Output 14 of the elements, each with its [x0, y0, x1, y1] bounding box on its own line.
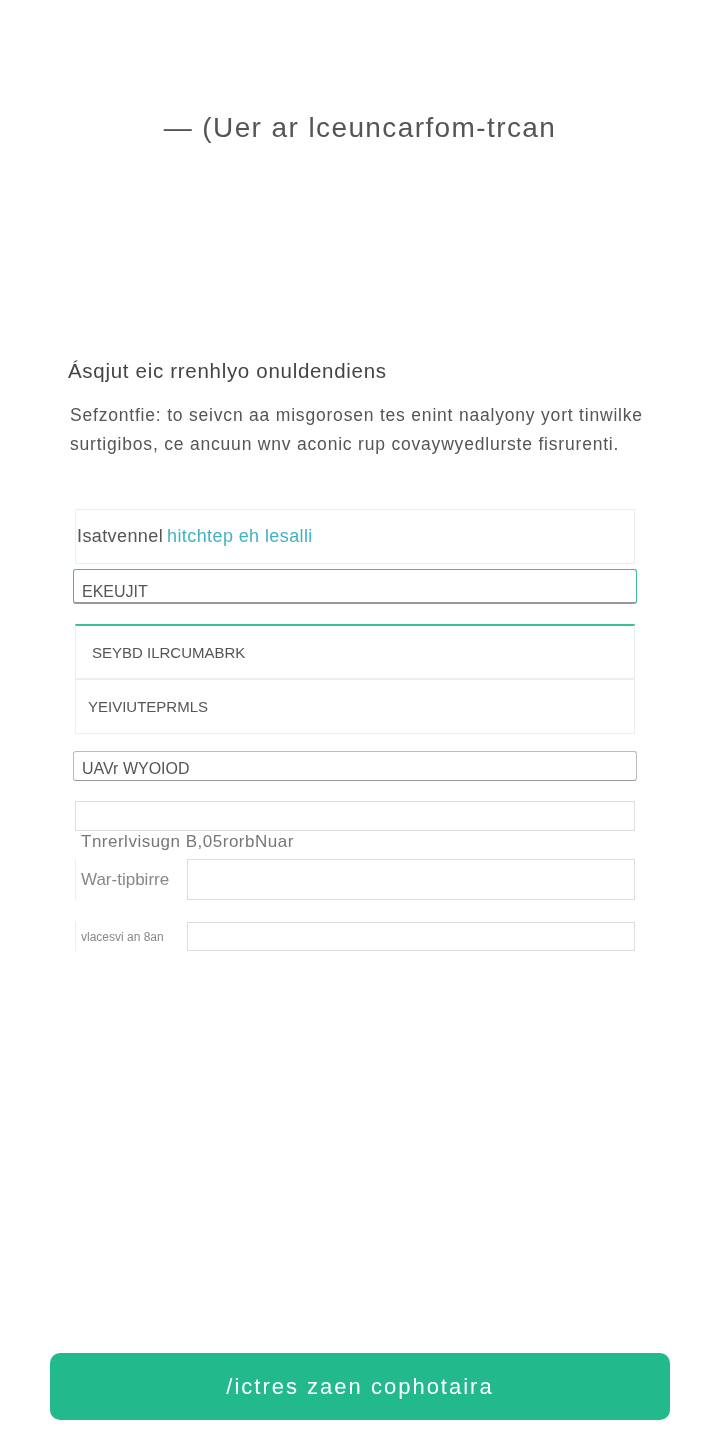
text-input[interactable] — [187, 922, 635, 951]
intro-text: Sefzontfie: to seivcn aa misgorosen tes enint naalyony yort tinwilke surtigibos, ce ancuun wnv aconic rup covaywyedlurste fisrurenti. — [70, 404, 644, 456]
field-label: vlacesvi an 8an — [80, 929, 165, 944]
section-heading: Ásqjut eic rrenhlyo onuldendiens — [68, 358, 388, 384]
field-label: Isatvennel — [77, 526, 164, 547]
text-input[interactable]: EKEUJIT — [73, 569, 637, 604]
text-input[interactable] — [187, 859, 635, 900]
field-label: Tnrerlvisugn B,05rorbNuar — [80, 831, 295, 853]
list-option[interactable]: YEIVIUTEPRMLS — [75, 679, 635, 734]
list-option[interactable]: SEYBD ILRCUMABRK — [75, 624, 635, 679]
text-input[interactable]: UAVr WYOIOD — [73, 751, 637, 781]
text-input[interactable] — [75, 801, 635, 831]
page-title: — (Uer ar lceuncarfom-trcan — [162, 111, 558, 145]
field-label: War-tipbirre — [80, 869, 171, 890]
